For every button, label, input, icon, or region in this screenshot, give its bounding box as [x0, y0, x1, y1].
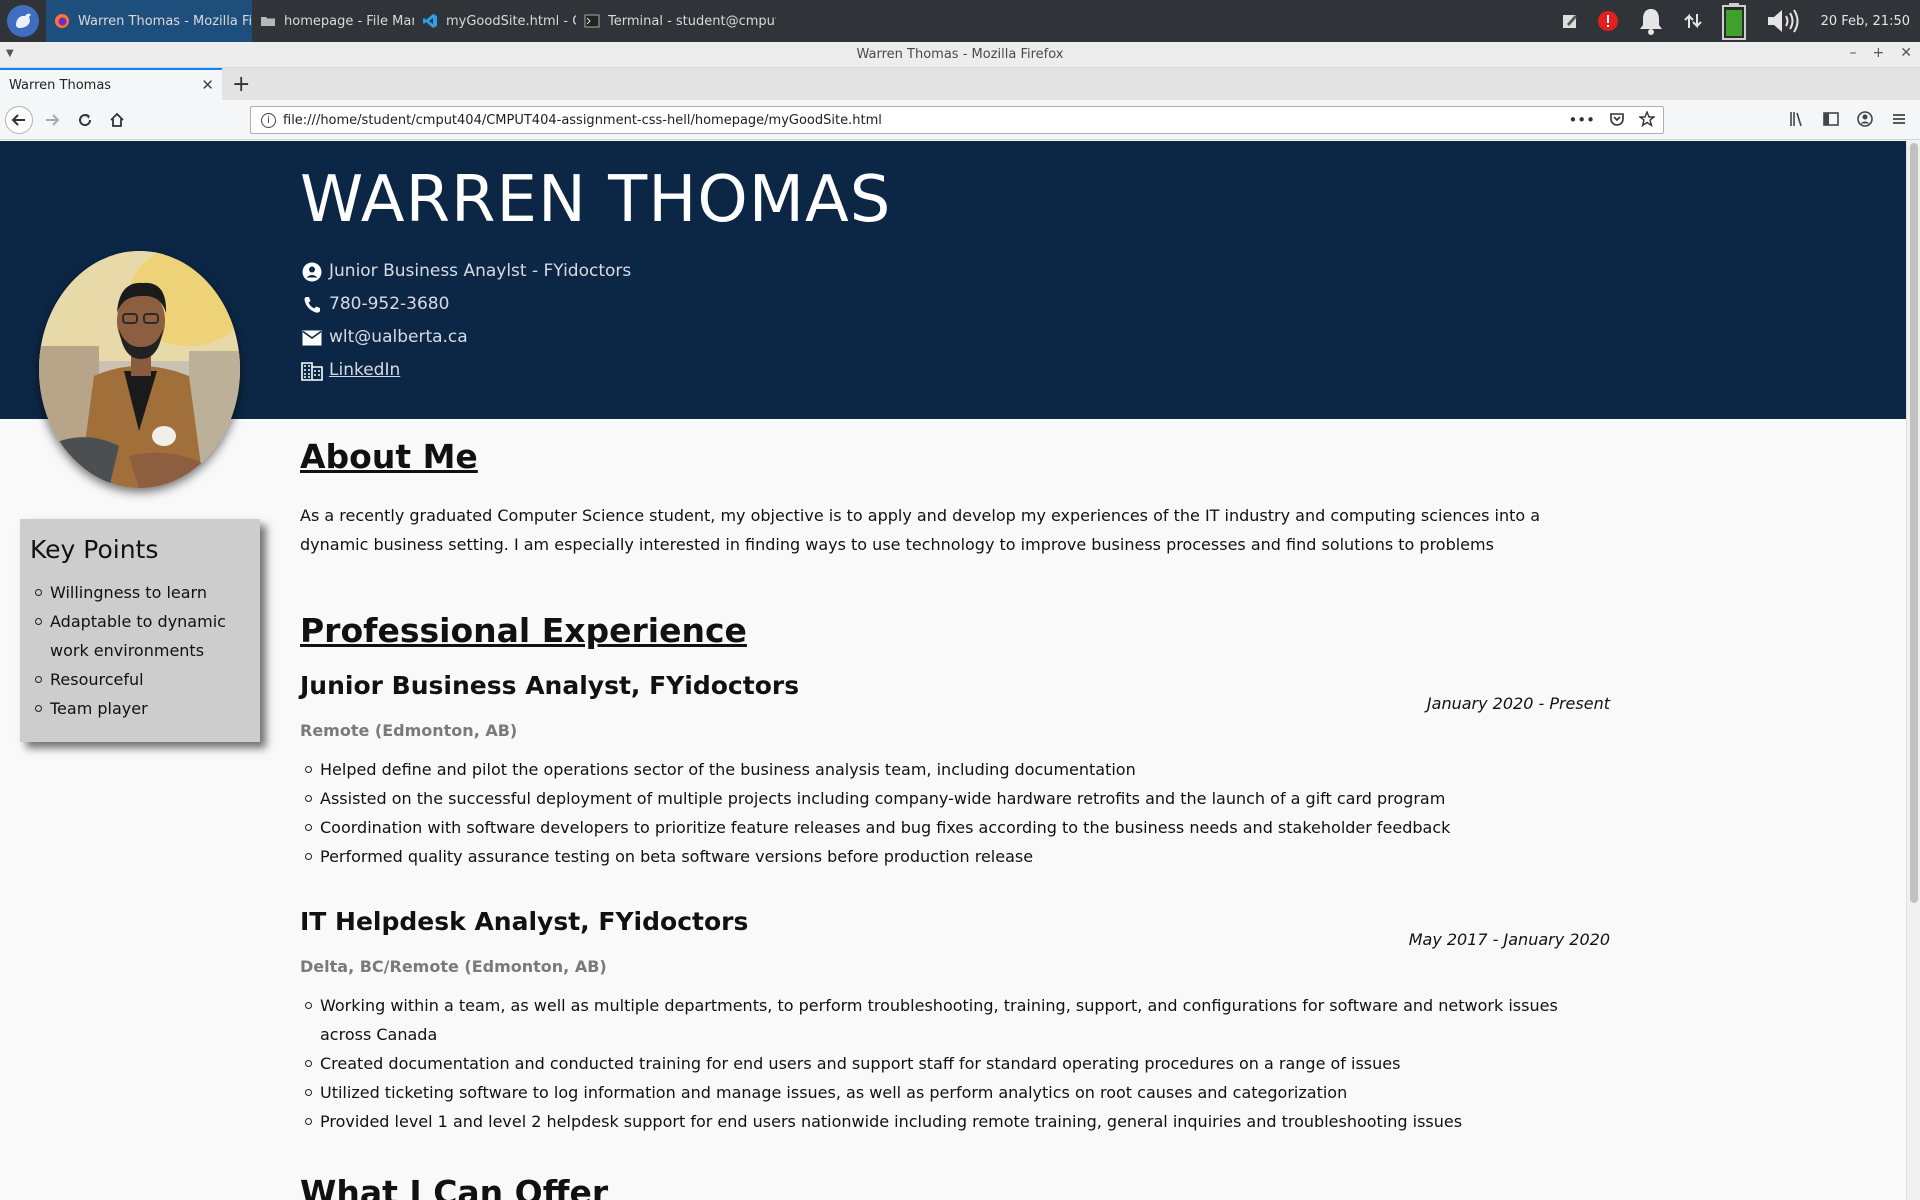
job-date: January 2020 - Present [1426, 694, 1610, 713]
linkedin-link[interactable]: LinkedIn [329, 360, 400, 380]
taskbar-item-firefox[interactable]: Warren Thomas - Mozilla Fir... [46, 0, 252, 42]
about-heading: About Me [300, 437, 478, 476]
tab-title: Warren Thomas [9, 77, 112, 93]
job-bullets: Helped define and pilot the operations s… [300, 755, 1600, 871]
close-window-button[interactable]: ✕ [1900, 45, 1912, 61]
home-button[interactable] [103, 106, 131, 134]
scrollbar-thumb[interactable] [1910, 143, 1918, 903]
list-item: Team player [30, 694, 250, 723]
navigation-toolbar: i file:///home/student/cmput404/CMPUT404… [0, 100, 1920, 140]
new-tab-button[interactable]: + [232, 72, 250, 97]
back-arrow-icon [11, 114, 25, 126]
url-text: file:///home/student/cmput404/CMPUT404-a… [283, 112, 882, 128]
taskbar-item-label: homepage - File Manager [284, 13, 414, 29]
notes-icon[interactable] [1561, 12, 1579, 30]
minimize-button[interactable]: – [1850, 45, 1857, 61]
firefox-icon [55, 14, 69, 28]
forward-arrow-icon [46, 114, 60, 126]
header-banner: WARREN THOMAS Junior Business Anaylst - … [0, 141, 1906, 419]
window-title: Warren Thomas - Mozilla Firefox [856, 47, 1064, 62]
taskbar-item-label: Warren Thomas - Mozilla Fir... [78, 13, 252, 29]
job-bullets: Working within a team, as well as multip… [300, 991, 1600, 1136]
contact-role-text: Junior Business Anaylst - FYidoctors [329, 261, 632, 281]
taskbar-item-label: myGoodSite.html - CMPUT4... [446, 13, 576, 29]
reload-button[interactable] [71, 106, 99, 134]
window-titlebar: ▼ Warren Thomas - Mozilla Firefox – + ✕ [0, 42, 1920, 68]
list-item: Willingness to learn [30, 578, 250, 607]
vscode-icon [423, 14, 437, 28]
library-icon[interactable] [1788, 110, 1806, 128]
business-building-icon [300, 360, 324, 382]
contact-email-text: wlt@ualberta.ca [329, 327, 468, 347]
contact-phone: 780-952-3680 [300, 294, 631, 327]
contact-list: Junior Business Anaylst - FYidoctors 780… [300, 261, 631, 393]
address-bar[interactable]: i file:///home/student/cmput404/CMPUT404… [250, 106, 1664, 134]
home-icon [110, 112, 124, 127]
taskbar-item-label: Terminal - student@cmput40... [608, 13, 776, 29]
xfce-mouse-icon [7, 5, 39, 37]
taskbar-item-terminal[interactable]: Terminal - student@cmput40... [576, 0, 776, 42]
job-title: IT Helpdesk Analyst, FYidoctors [300, 907, 749, 936]
job-title: Junior Business Analyst, FYidoctors [300, 671, 800, 700]
terminal-icon [584, 14, 600, 28]
account-icon[interactable] [1856, 110, 1874, 128]
about-text: As a recently graduated Computer Science… [300, 506, 1541, 554]
back-button[interactable] [5, 106, 33, 134]
vertical-scrollbar[interactable] [1906, 141, 1920, 1200]
folder-icon [261, 17, 275, 26]
account-circle-icon [300, 261, 324, 283]
battery-icon[interactable] [1721, 2, 1747, 40]
bookmark-star-icon[interactable] [1639, 111, 1655, 127]
job-location: Remote (Edmonton, AB) [300, 721, 518, 740]
contact-linkedin: LinkedIn [300, 360, 631, 393]
clock[interactable]: 20 Feb, 21:50 [1821, 14, 1910, 29]
site-info-icon[interactable]: i [261, 113, 276, 128]
contact-role: Junior Business Anaylst - FYidoctors [300, 261, 631, 294]
list-item: Assisted on the successful deployment of… [300, 784, 1600, 813]
job-location: Delta, BC/Remote (Edmonton, AB) [300, 957, 607, 976]
offer-heading: What I Can Offer [300, 1173, 609, 1200]
tab-close-icon[interactable]: ✕ [201, 76, 214, 94]
error-icon[interactable] [1597, 10, 1619, 32]
page-viewport: WARREN THOMAS Junior Business Anaylst - … [0, 141, 1906, 1200]
contact-phone-text: 780-952-3680 [329, 294, 450, 314]
page-title: WARREN THOMAS [300, 163, 892, 237]
contact-email: wlt@ualberta.ca [300, 327, 631, 360]
list-item: Adaptable to dynamic work environments [30, 607, 250, 665]
reload-icon [79, 114, 92, 127]
job-date: May 2017 - January 2020 [1408, 930, 1610, 949]
list-item: Performed quality assurance testing on b… [300, 842, 1600, 871]
list-item: Helped define and pilot the operations s… [300, 755, 1600, 784]
key-points-list: Willingness to learn Adaptable to dynami… [30, 578, 250, 723]
forward-button[interactable] [38, 106, 66, 134]
notification-bell-icon[interactable] [1637, 6, 1665, 36]
tab-strip: Warren Thomas ✕ + [0, 68, 1920, 100]
list-item: Created documentation and conducted trai… [300, 1049, 1600, 1078]
mail-icon [300, 327, 324, 349]
list-item: Utilized ticketing software to log infor… [300, 1078, 1600, 1107]
key-points-title: Key Points [30, 535, 159, 564]
taskbar-item-vscode[interactable]: myGoodSite.html - CMPUT4... [414, 0, 576, 42]
list-item: Provided level 1 and level 2 helpdesk su… [300, 1107, 1600, 1136]
list-item: Working within a team, as well as multip… [300, 991, 1600, 1049]
experience-heading: Professional Experience [300, 611, 747, 650]
list-item: Resourceful [30, 665, 250, 694]
browser-tab[interactable]: Warren Thomas ✕ [0, 68, 222, 100]
sidebar-icon[interactable] [1822, 110, 1840, 128]
system-tray: 20 Feb, 21:50 [1561, 0, 1920, 42]
window-menu-icon[interactable]: ▼ [6, 48, 14, 59]
list-item: Coordination with software developers to… [300, 813, 1600, 842]
hamburger-menu-icon[interactable] [1890, 110, 1908, 128]
avatar [39, 251, 240, 488]
key-points-card: Key Points Willingness to learn Adaptabl… [20, 519, 260, 742]
start-menu-button[interactable] [0, 0, 46, 42]
page-actions-icon[interactable]: ••• [1568, 111, 1595, 129]
volume-icon[interactable] [1765, 6, 1803, 36]
phone-icon [300, 294, 324, 316]
taskbar-item-file-manager[interactable]: homepage - File Manager [252, 0, 414, 42]
pocket-icon[interactable] [1609, 111, 1625, 127]
network-transfer-icon[interactable] [1683, 11, 1703, 31]
maximize-button[interactable]: + [1873, 45, 1885, 61]
taskbar: Warren Thomas - Mozilla Fir... homepage … [0, 0, 1920, 42]
